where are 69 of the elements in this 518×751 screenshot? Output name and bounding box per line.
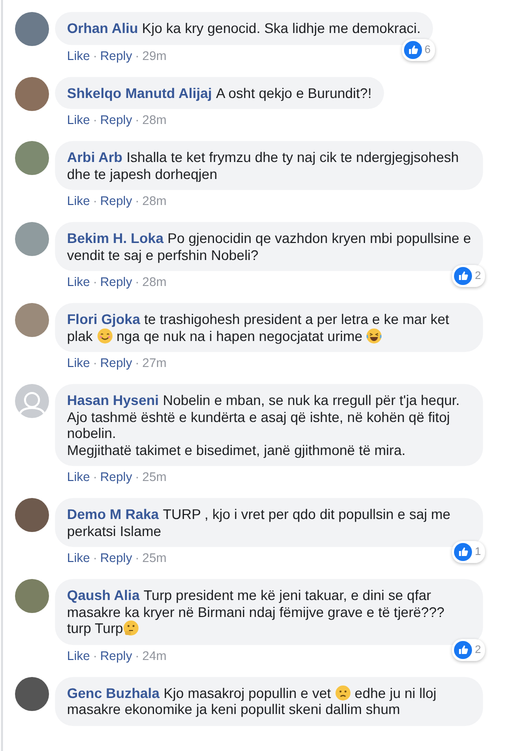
reply-link[interactable]: Reply <box>100 48 132 62</box>
separator-dot: · <box>135 194 140 208</box>
reaction-count: 2 <box>474 269 481 284</box>
comment-text: Flori Gjoka te trashigohesh president a per letra e ke mar ket plak nga qe nuk na i hapen negocjatat urime <box>67 311 450 344</box>
comment-text: Bekim H. Loka Po gjenocidin qe vazhdon kryen mbi popullsine e vendit te saj e perfshin Nobeli? <box>67 230 471 263</box>
separator-dot: · <box>135 551 140 565</box>
avatar-photo-placeholder[interactable] <box>15 303 49 337</box>
thinking-face-icon <box>123 620 140 636</box>
comment-author[interactable]: Genc Buzhala <box>67 684 160 700</box>
separator-dot: · <box>135 48 140 62</box>
comment-author[interactable]: Hasan Hyseni <box>67 392 159 408</box>
comment-author[interactable]: Shkelqo Manutd Alijaj <box>67 84 212 100</box>
comment-text: Orhan Aliu Kjo ka kry genocid. Ska lidhje me demokraci. <box>67 20 421 36</box>
separator-dot: · <box>135 113 140 127</box>
avatar-photo-placeholder[interactable] <box>15 12 49 46</box>
reply-link[interactable]: Reply <box>100 194 132 208</box>
like-link[interactable]: Like <box>67 356 90 370</box>
comment-text: Shkelqo Manutd Alijaj A osht qekjo e Burundit?! <box>67 84 372 101</box>
like-link[interactable]: Like <box>67 113 90 127</box>
comment-text: Qaush Alia Turp president me kë jeni takuar, e dini se qfar masakre ka kryer në Birmani ndaj fëmijve grave e të tjerë??? turp Turp <box>67 587 446 636</box>
avatar-photo-placeholder[interactable] <box>15 76 49 110</box>
laughing-face-icon <box>366 328 382 344</box>
separator-dot: · <box>92 470 98 484</box>
reply-link[interactable]: Reply <box>100 470 132 484</box>
reaction-count: 6 <box>424 42 431 58</box>
thumbs-up-icon <box>454 543 472 561</box>
thumbs-up-icon <box>454 640 472 658</box>
comment-author[interactable]: Bekim H. Loka <box>67 230 164 246</box>
separator-dot: · <box>92 194 98 208</box>
reaction-count: 2 <box>474 642 481 658</box>
reply-link[interactable]: Reply <box>100 648 132 662</box>
separator-dot: · <box>92 648 98 662</box>
smiling-face-icon <box>96 328 113 344</box>
separator-dot: · <box>92 275 98 289</box>
comment-author[interactable]: Flori Gjoka <box>67 311 140 327</box>
separator-dot: · <box>135 356 140 370</box>
separator-dot: · <box>135 470 140 484</box>
avatar-photo-placeholder[interactable] <box>15 579 49 613</box>
separator-dot: · <box>135 648 140 662</box>
comment-author[interactable]: Demo M Raka <box>67 506 159 522</box>
separator-dot: · <box>92 356 98 370</box>
avatar-photo-placeholder[interactable] <box>15 676 49 710</box>
separator-dot: · <box>92 48 98 62</box>
frowning-face-icon <box>334 684 351 700</box>
avatar-photo-placeholder[interactable] <box>15 498 49 532</box>
like-link[interactable]: Like <box>67 194 90 208</box>
like-link[interactable]: Like <box>67 275 90 289</box>
comment-author[interactable]: Qaush Alia <box>67 587 140 603</box>
thumbs-up-icon <box>454 267 472 285</box>
reply-link[interactable]: Reply <box>100 356 132 370</box>
comment-text: Genc Buzhala Kjo masakroj popullin e vet edhe ju ni lloj masakre ekonomike ja keni popullit skeni dallim shum <box>67 684 438 718</box>
reply-link[interactable]: Reply <box>100 113 132 127</box>
comment-author[interactable]: Orhan Aliu <box>67 20 138 36</box>
reply-link[interactable]: Reply <box>100 551 132 565</box>
comment-author[interactable]: Arbi Arb <box>67 149 122 165</box>
separator-dot: · <box>135 275 140 289</box>
avatar-photo-placeholder[interactable] <box>15 141 49 175</box>
reply-link[interactable]: Reply <box>100 275 132 289</box>
like-link[interactable]: Like <box>67 470 90 484</box>
like-link[interactable]: Like <box>67 648 90 662</box>
comment-text: Arbi Arb Ishalla te ket frymzu dhe ty naj cik te ndergjegjsohesh dhe te japesh dorheqjen <box>67 149 460 182</box>
separator-dot: · <box>92 551 98 565</box>
like-link[interactable]: Like <box>67 551 90 565</box>
comment-text: Demo M Raka TURP , kjo i vret per qdo dit popullsin e saj me perkatsi Islame <box>67 506 452 539</box>
separator-dot: · <box>92 113 98 127</box>
comment-text: Hasan Hyseni Nobelin e mban, se nuk ka rregull për t'ja hequr. Ajo tashmë është e kundërta e asaj që ishte, në kohën që fitoj nobelin. Megjithatë takimet e bisedimet, janë gjithmonë të mira. <box>67 392 461 458</box>
thumbs-up-icon <box>404 40 422 58</box>
like-link[interactable]: Like <box>67 48 90 62</box>
reaction-count: 1 <box>474 545 481 560</box>
